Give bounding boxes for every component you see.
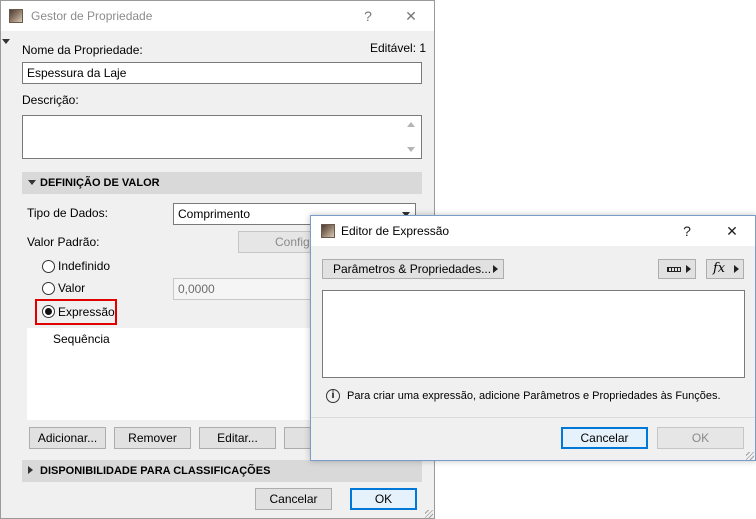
radio-value-label[interactable]: Valor bbox=[58, 281, 85, 295]
expression-editor-window: Editor de Expressão ? ✕ Parâmetros & Pro… bbox=[310, 215, 756, 461]
info-icon: i bbox=[326, 389, 340, 403]
close-button[interactable]: ✕ bbox=[401, 6, 421, 26]
editor-ok-button[interactable]: OK bbox=[657, 427, 744, 449]
editor-cancel-button[interactable]: Cancelar bbox=[561, 427, 648, 449]
units-button[interactable] bbox=[658, 259, 696, 279]
value-definition-header[interactable]: DEFINIÇÃO DE VALOR bbox=[22, 172, 422, 194]
description-label: Descrição: bbox=[22, 93, 79, 107]
radio-value[interactable] bbox=[42, 282, 55, 295]
default-value-label: Valor Padrão: bbox=[27, 235, 100, 249]
divider bbox=[311, 417, 755, 418]
value-input[interactable]: 0,0000 bbox=[173, 278, 333, 300]
resize-grip-icon[interactable] bbox=[746, 452, 754, 460]
parameters-properties-label: Parâmetros & Propriedades... bbox=[333, 262, 492, 276]
editor-title: Editor de Expressão bbox=[341, 224, 450, 238]
property-manager-titlebar[interactable]: Gestor de Propriedade ? ✕ bbox=[1, 1, 434, 31]
scroll-up-icon[interactable] bbox=[407, 122, 415, 127]
ok-button[interactable]: OK bbox=[350, 488, 417, 510]
radio-expression[interactable] bbox=[42, 305, 55, 318]
app-icon bbox=[321, 224, 335, 238]
radio-undefined-label[interactable]: Indefinido bbox=[58, 259, 110, 273]
editor-help-button[interactable]: ? bbox=[677, 221, 697, 241]
scroll-down-icon[interactable] bbox=[407, 147, 415, 152]
functions-button[interactable]: fx bbox=[706, 259, 744, 279]
remove-button[interactable]: Remover bbox=[114, 427, 191, 449]
window-title: Gestor de Propriedade bbox=[31, 9, 153, 23]
editor-close-button[interactable]: ✕ bbox=[722, 221, 742, 241]
value-definition-title: DEFINIÇÃO DE VALOR bbox=[40, 177, 160, 189]
radio-expression-label[interactable]: Expressão bbox=[58, 305, 115, 319]
resize-grip-icon[interactable] bbox=[425, 510, 433, 518]
description-input[interactable] bbox=[22, 115, 422, 159]
expand-down-icon bbox=[28, 180, 36, 185]
collapse-arrow-icon[interactable] bbox=[2, 39, 10, 44]
expression-editor-titlebar[interactable]: Editor de Expressão ? ✕ bbox=[311, 216, 755, 246]
parameters-properties-button[interactable]: Parâmetros & Propriedades... bbox=[322, 259, 504, 279]
availability-title: DISPONIBILIDADE PARA CLASSIFICAÇÕES bbox=[40, 465, 271, 477]
list-item[interactable]: Sequência bbox=[53, 332, 110, 346]
property-name-input[interactable]: Espessura da Laje bbox=[22, 62, 422, 84]
chevron-right-icon bbox=[734, 265, 739, 273]
chevron-right-icon bbox=[686, 265, 691, 273]
radio-undefined[interactable] bbox=[42, 260, 55, 273]
cancel-button[interactable]: Cancelar bbox=[255, 488, 332, 510]
data-type-label: Tipo de Dados: bbox=[27, 206, 108, 220]
availability-header[interactable]: DISPONIBILIDADE PARA CLASSIFICAÇÕES bbox=[22, 460, 422, 482]
info-text: Para criar uma expressão, adicione Parâm… bbox=[347, 390, 721, 402]
chevron-right-icon bbox=[493, 265, 498, 273]
ruler-icon bbox=[667, 267, 681, 272]
expand-right-icon bbox=[28, 466, 33, 474]
expression-list: Sequência bbox=[27, 328, 327, 420]
property-name-label: Nome da Propriedade: bbox=[22, 43, 143, 57]
function-icon: fx bbox=[713, 261, 726, 276]
edit-button[interactable]: Editar... bbox=[199, 427, 276, 449]
add-button[interactable]: Adicionar... bbox=[29, 427, 106, 449]
help-button[interactable]: ? bbox=[358, 6, 378, 26]
expression-input[interactable] bbox=[322, 290, 745, 378]
app-icon bbox=[9, 9, 23, 23]
editable-count: Editável: 1 bbox=[370, 41, 427, 55]
